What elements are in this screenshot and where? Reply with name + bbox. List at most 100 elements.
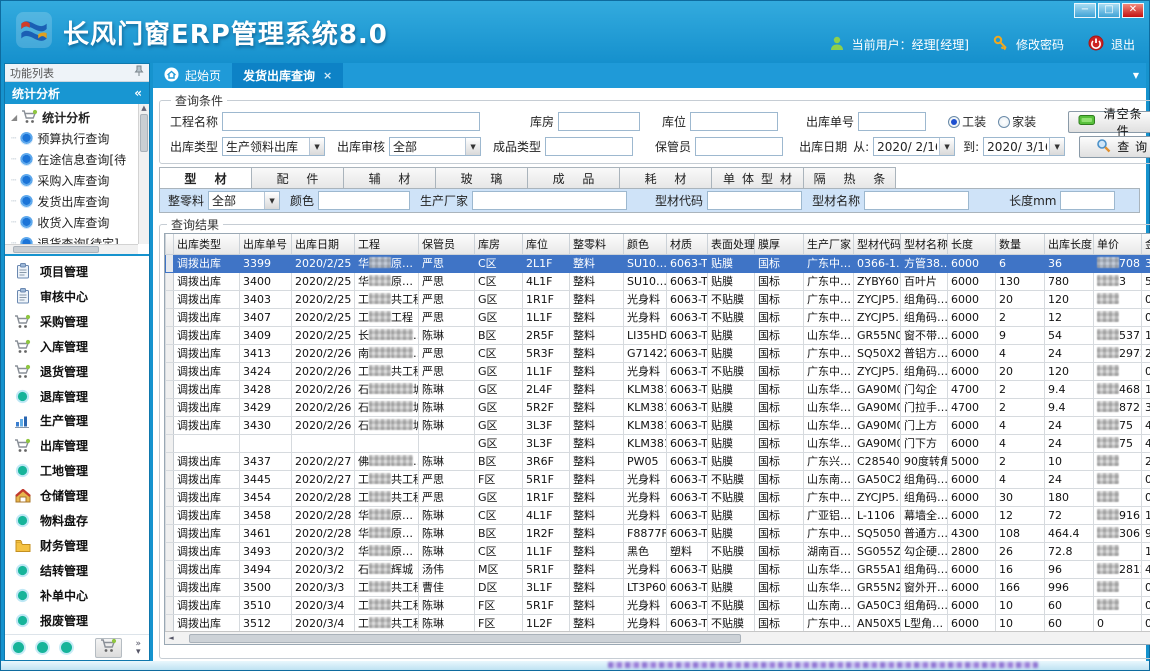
sidebar-item-出库管理[interactable]: 出库管理: [14, 435, 147, 457]
table-row[interactable]: 调拨出库35122020/3/4工共工程陈琳F区1L2F整料光身料6063-T5…: [166, 614, 1150, 632]
group-dot-icon[interactable]: [61, 642, 72, 653]
sidebar-item-财务管理[interactable]: 财务管理: [14, 535, 147, 557]
location-input[interactable]: [690, 112, 778, 131]
tree-item[interactable]: ┄在途信息查询[待: [11, 149, 137, 170]
pin-icon[interactable]: [134, 65, 144, 80]
tree-item[interactable]: ┄发货出库查询: [11, 191, 137, 212]
column-header[interactable]: 型材名称: [901, 234, 948, 254]
table-row[interactable]: 调拨出库34002020/2/25华原…严思C区4L1F整料SU10…6063-…: [166, 272, 1150, 290]
sidebar-item-生产管理[interactable]: 生产管理: [14, 410, 147, 432]
tree-horizontal-scrollbar[interactable]: [5, 244, 138, 254]
table-row[interactable]: 调拨出库34032020/2/25工共工程严思G区1R1F整料光身料6063-T…: [166, 290, 1150, 308]
table-row[interactable]: 调拨出库34092020/2/25长…陈琳B区2R5F整料LI35HD6063-…: [166, 326, 1150, 344]
column-header[interactable]: 材质: [667, 234, 708, 254]
sidebar-item-工地管理[interactable]: 工地管理: [14, 460, 147, 482]
sidebar-item-入库管理[interactable]: 入库管理: [14, 335, 147, 357]
table-row[interactable]: 调拨出库34072020/2/25工工程严思G区1L1F整料光身料6063-T5…: [166, 308, 1150, 326]
tree-item[interactable]: ┄收货入库查询: [11, 212, 137, 233]
column-header[interactable]: 出库类型: [174, 234, 240, 254]
project-name-input[interactable]: [222, 112, 480, 131]
tree-expander-icon[interactable]: ◢: [11, 113, 17, 122]
column-header[interactable]: 出库日期: [292, 234, 355, 254]
profile-name-input[interactable]: [864, 191, 969, 210]
table-row[interactable]: G区3L3F整料KLM38176063-T5贴膜国标山东华…GA90M09…门下…: [166, 434, 1150, 452]
length-input[interactable]: [1060, 191, 1115, 210]
table-row[interactable]: 调拨出库35002020/3/3工共工程曹佳D区3L1F整料LT3P606063…: [166, 578, 1150, 596]
table-row[interactable]: 调拨出库34282020/2/26石城陈琳G区2L4F整料KLM38176063…: [166, 380, 1150, 398]
column-header[interactable]: 颜色: [624, 234, 667, 254]
audit-select[interactable]: 全部▼: [389, 137, 481, 156]
sidebar-item-仓储管理[interactable]: 仓储管理: [14, 485, 147, 507]
change-password-link[interactable]: 修改密码: [1016, 36, 1064, 53]
column-header[interactable]: 整零料: [570, 234, 624, 254]
tree-root[interactable]: ◢ 统计分析: [11, 107, 137, 128]
collapse-icon[interactable]: «: [134, 86, 142, 100]
material-tab-型材[interactable]: 型 材: [159, 167, 252, 188]
table-row[interactable]: 调拨出库34302020/2/26石城陈琳G区3L3F整料KLM38176063…: [166, 416, 1150, 434]
sidebar-item-报废管理[interactable]: 报废管理: [14, 609, 147, 631]
table-row[interactable]: 调拨出库34242020/2/26工共工程严思G区1L1F整料光身料6063-T…: [166, 362, 1150, 380]
material-tab-成品[interactable]: 成 品: [527, 167, 620, 188]
sidebar-item-退库管理[interactable]: 退库管理: [14, 385, 147, 407]
tree-item[interactable]: ┄采购入库查询: [11, 170, 137, 191]
column-header[interactable]: 出库长度: [1045, 234, 1094, 254]
material-tab-玻璃[interactable]: 玻 璃: [435, 167, 528, 188]
column-header[interactable]: 保管员: [419, 234, 475, 254]
table-row[interactable]: 调拨出库34372020/2/27佛…陈琳B区3R6F整料PW056063-T5…: [166, 452, 1150, 470]
column-header[interactable]: 长度: [948, 234, 996, 254]
column-header[interactable]: 单价: [1094, 234, 1142, 254]
column-header[interactable]: 工程: [355, 234, 419, 254]
material-tab-辅材[interactable]: 辅 材: [343, 167, 436, 188]
column-header[interactable]: 数量: [996, 234, 1045, 254]
out-type-select[interactable]: 生产领料出库▼: [222, 137, 325, 156]
color-input[interactable]: [318, 191, 410, 210]
whole-part-select[interactable]: 全部▼: [208, 191, 280, 210]
grid-horizontal-scrollbar[interactable]: ◄►: [165, 631, 1150, 644]
tab-close-icon[interactable]: ×: [323, 69, 332, 82]
table-row[interactable]: 调拨出库34942020/3/2石辉城汤伟M区5R1F整料光身料6063-T5贴…: [166, 560, 1150, 578]
manufacturer-input[interactable]: [472, 191, 627, 210]
tab-overflow-icon[interactable]: ▼: [1133, 71, 1139, 80]
maximize-button[interactable]: □: [1098, 3, 1120, 18]
cart-group-button[interactable]: [95, 638, 122, 658]
material-tab-配件[interactable]: 配 件: [251, 167, 344, 188]
minimize-button[interactable]: −: [1074, 3, 1096, 18]
column-header[interactable]: 型材代码: [854, 234, 901, 254]
product-type-input[interactable]: [545, 137, 633, 156]
group-dot-icon[interactable]: [13, 642, 24, 653]
more-groups-button[interactable]: »▾: [135, 640, 141, 656]
sidebar-item-项目管理[interactable]: 项目管理: [14, 260, 147, 282]
material-tab-单体型材[interactable]: 单体型材: [711, 167, 804, 188]
radio-gongzhuang-label[interactable]: 工装: [962, 113, 986, 130]
material-tab-耗材[interactable]: 耗 材: [619, 167, 712, 188]
clear-conditions-button[interactable]: 清空条件: [1068, 111, 1150, 133]
sidebar-item-审核中心[interactable]: 审核中心: [14, 285, 147, 307]
close-button[interactable]: ✕: [1122, 3, 1144, 18]
tree-item[interactable]: ┄预算执行查询: [11, 128, 137, 149]
column-header[interactable]: 库房: [475, 234, 523, 254]
sidebar-item-补单中心[interactable]: 补单中心: [14, 584, 147, 606]
radio-jiazhuang-label[interactable]: 家装: [1012, 113, 1036, 130]
column-header[interactable]: 膜厚: [755, 234, 804, 254]
table-row[interactable]: 调拨出库34452020/2/27工共工程严思F区5R1F整料光身料6063-T…: [166, 470, 1150, 488]
column-header[interactable]: 金额: [1142, 234, 1150, 254]
table-row[interactable]: 调拨出库35102020/3/4工共工程陈琳F区5R1F整料光身料6063-T5…: [166, 596, 1150, 614]
sidebar-item-结转管理[interactable]: 结转管理: [14, 560, 147, 582]
warehouse-input[interactable]: [558, 112, 640, 131]
date-to-picker[interactable]: 2020/ 3/16▼: [983, 137, 1065, 156]
table-row[interactable]: 调拨出库34292020/2/26石城陈琳G区5R2F整料KLM38176063…: [166, 398, 1150, 416]
profile-code-input[interactable]: [707, 191, 802, 210]
table-row[interactable]: 调拨出库34542020/2/28工共工程严思G区1R1F整料光身料6063-T…: [166, 488, 1150, 506]
material-tab-隔热条[interactable]: 隔 热 条: [803, 167, 896, 188]
tree-item[interactable]: ┄退货查询[待定]: [11, 233, 137, 244]
column-header[interactable]: 库位: [523, 234, 570, 254]
sidebar-item-采购管理[interactable]: 采购管理: [14, 310, 147, 332]
tree-vertical-scrollbar[interactable]: ▲: [138, 104, 149, 244]
table-row[interactable]: 调拨出库34612020/2/28华原…陈琳B区1R2F整料F8877FT606…: [166, 524, 1150, 542]
table-row[interactable]: 调拨出库34582020/2/28华原…陈琳C区4L1F整料光身料6063-T5…: [166, 506, 1150, 524]
radio-jiazhuang[interactable]: [998, 116, 1010, 128]
sidebar-item-退货管理[interactable]: 退货管理: [14, 360, 147, 382]
column-header[interactable]: 表面处理: [708, 234, 755, 254]
tab-home[interactable]: 起始页: [153, 63, 232, 88]
radio-gongzhuang[interactable]: [948, 116, 960, 128]
